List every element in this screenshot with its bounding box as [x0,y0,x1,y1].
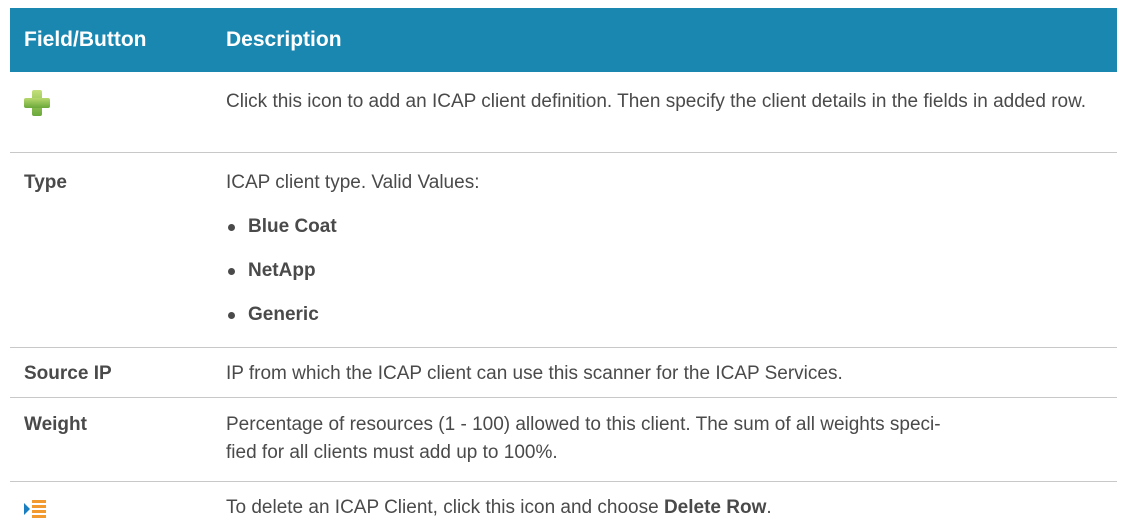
table-row-source-ip: Source IP IP from which the ICAP client … [10,348,1117,398]
field-cell: Type [24,172,67,193]
bullet-icon [228,267,235,275]
field-description-table: Field/Button Description Click this icon… [10,8,1117,526]
bullet-icon [228,311,235,319]
field-cell: Source IP [24,363,112,384]
bullet-icon [228,223,235,231]
description-cell: To delete an ICAP Client, click this ico… [226,482,1117,526]
delete-row-label: Delete Row [663,497,767,518]
table-row-weight: Weight Percentage of resources (1 - 100)… [10,398,1117,482]
table-row-type: Type ICAP client type. Valid Values: Blu… [10,153,1117,348]
type-value-blue-coat: Blue Coat [248,216,337,237]
table-row-delete: To delete an ICAP Client, click this ico… [10,482,1117,526]
table-header: Field/Button Description [10,8,1117,72]
description-cell: Percentage of resources (1 - 100) allowe… [226,398,1117,481]
header-field-button: Field/Button [24,28,147,51]
delete-description-prefix: To delete an ICAP Client, click this ico… [226,497,664,518]
list-item: Generic [226,301,1105,329]
field-cell [10,482,226,526]
type-value-netapp: NetApp [248,260,316,281]
field-cell: Weight [24,414,87,435]
list-item: NetApp [226,257,1105,285]
delete-description-suffix: . [766,497,772,518]
field-cell [10,72,226,152]
list-item: Blue Coat [226,213,1105,241]
description-cell: ICAP client type. Valid Values: Blue Coa… [226,153,1117,347]
row-menu-icon [24,500,46,520]
header-description: Description [226,28,342,51]
weight-description-line2: fied for all clients must add up to 100%… [226,442,558,463]
add-plus-icon [24,90,50,116]
type-value-generic: Generic [248,304,319,325]
weight-description-line1: Percentage of resources (1 - 100) allowe… [226,414,941,435]
description-cell: IP from which the ICAP client can use th… [226,363,843,384]
description-cell: Click this icon to add an ICAP client de… [226,91,1087,112]
table-row-add: Click this icon to add an ICAP client de… [10,72,1117,153]
type-intro-text: ICAP client type. Valid Values: [226,172,480,193]
